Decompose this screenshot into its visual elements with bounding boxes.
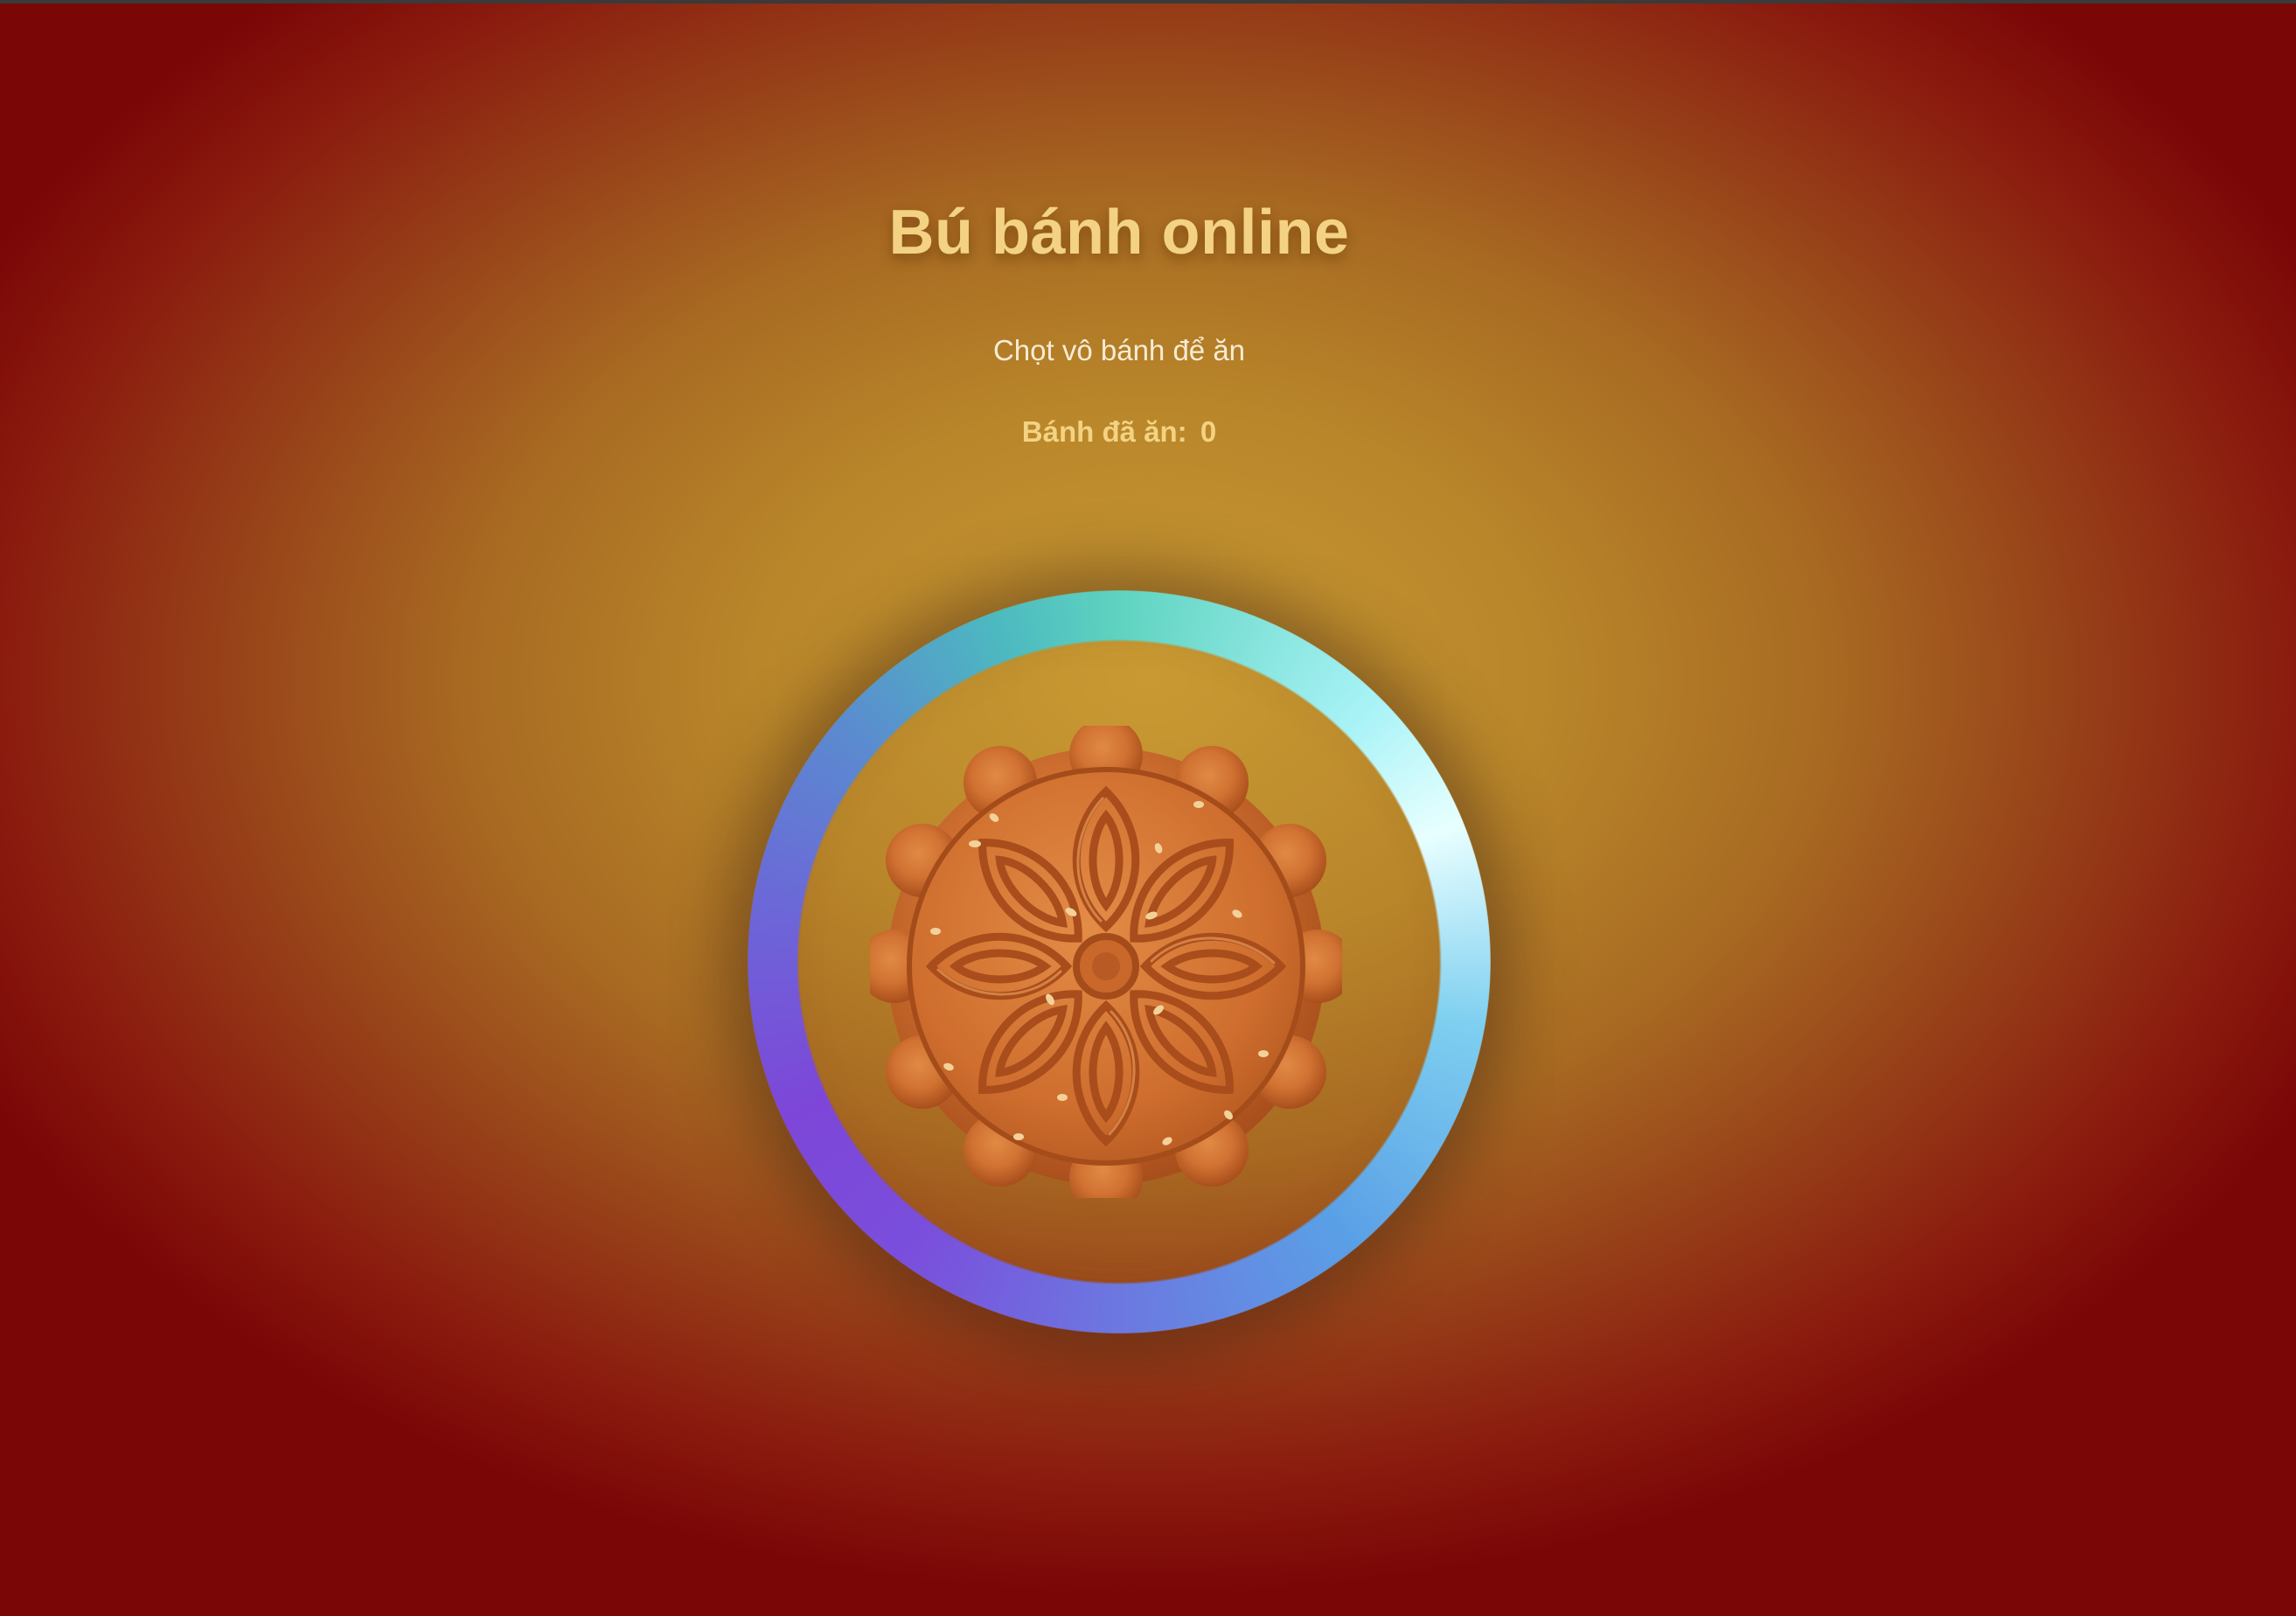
mooncake-button[interactable] — [870, 726, 1342, 1198]
window-top-border — [0, 0, 2296, 3]
instruction-text: Chọt vô bánh để ăn — [992, 334, 1246, 366]
mooncake-stage — [748, 590, 1491, 1334]
eaten-counter: Bánh đã ăn: 0 — [0, 415, 2238, 449]
mooncake-icon — [870, 726, 1342, 1198]
page-title: Bú bánh online — [888, 198, 1350, 268]
eaten-counter-label: Bánh đã ăn: — [1021, 415, 1187, 448]
eaten-counter-value: 0 — [1200, 415, 1217, 448]
